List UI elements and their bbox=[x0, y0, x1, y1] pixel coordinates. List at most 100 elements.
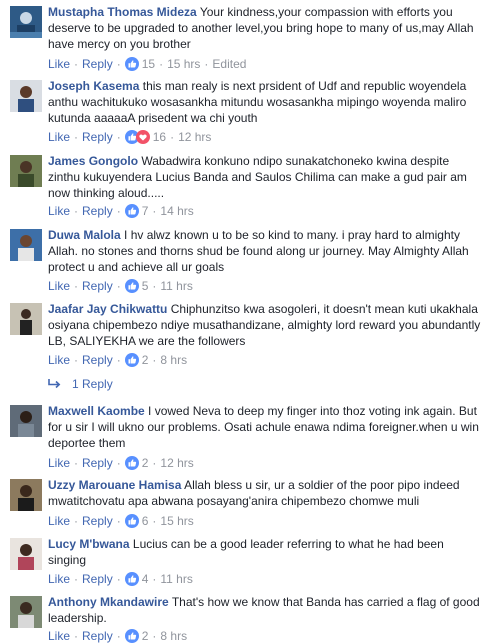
reaction-count[interactable]: 15 bbox=[142, 56, 155, 72]
separator-dot: · bbox=[152, 629, 157, 643]
reply-button[interactable]: Reply bbox=[82, 455, 113, 471]
comment-author[interactable]: James Gongolo bbox=[48, 154, 138, 168]
love-icon bbox=[135, 130, 150, 144]
timestamp[interactable]: 8 hrs bbox=[160, 628, 187, 644]
separator-dot: · bbox=[116, 514, 121, 528]
avatar[interactable] bbox=[10, 596, 42, 628]
edited-label[interactable]: Edited bbox=[212, 56, 246, 72]
comment-author[interactable]: Maxwell Kaombe bbox=[48, 404, 145, 418]
comment-list: Mustapha Thomas Mideza Your kindness,you… bbox=[0, 0, 491, 643]
separator-dot: · bbox=[152, 353, 157, 367]
view-replies-link[interactable]: 1 Reply bbox=[48, 375, 113, 393]
comment-body: James Gongolo Wabadwira konkuno ndipo su… bbox=[48, 153, 484, 201]
timestamp[interactable]: 11 hrs bbox=[160, 278, 192, 294]
comment-body: Maxwell Kaombe I vowed Neva to deep my f… bbox=[48, 403, 484, 451]
comment-actions: Like · Reply · 15 · 15 hrs · Edited bbox=[48, 56, 246, 72]
reactions[interactable] bbox=[124, 57, 139, 71]
comment-body: Uzzy Marouane Hamisa Allah bless u sir, … bbox=[48, 477, 484, 509]
reply-button[interactable]: Reply bbox=[82, 571, 113, 587]
separator-dot: · bbox=[116, 353, 121, 367]
like-button[interactable]: Like bbox=[48, 628, 70, 644]
comment-actions: Like · Reply · 5 · 11 hrs bbox=[48, 278, 193, 294]
separator-dot: · bbox=[152, 204, 157, 218]
reaction-count[interactable]: 2 bbox=[142, 352, 149, 368]
separator-dot: · bbox=[116, 57, 121, 71]
separator-dot: · bbox=[74, 353, 79, 367]
timestamp[interactable]: 11 hrs bbox=[160, 571, 192, 587]
comment-author[interactable]: Duwa Malola bbox=[48, 228, 121, 242]
comment-author[interactable]: Anthony Mkandawire bbox=[48, 595, 169, 609]
separator-dot: · bbox=[74, 279, 79, 293]
reactions[interactable] bbox=[124, 130, 150, 144]
avatar[interactable] bbox=[10, 538, 42, 570]
like-button[interactable]: Like bbox=[48, 56, 70, 72]
timestamp[interactable]: 15 hrs bbox=[160, 513, 193, 529]
avatar[interactable] bbox=[10, 6, 42, 38]
avatar[interactable] bbox=[10, 479, 42, 511]
separator-dot: · bbox=[74, 130, 79, 144]
comment-actions: Like · Reply · 2 · 8 hrs bbox=[48, 628, 187, 644]
separator-dot: · bbox=[170, 130, 175, 144]
reaction-count[interactable]: 16 bbox=[153, 129, 166, 145]
comment-author[interactable]: Joseph Kasema bbox=[48, 79, 139, 93]
timestamp[interactable]: 15 hrs bbox=[167, 56, 200, 72]
reactions[interactable] bbox=[124, 353, 139, 367]
comment-body: Mustapha Thomas Mideza Your kindness,you… bbox=[48, 4, 484, 52]
reaction-count[interactable]: 4 bbox=[142, 571, 149, 587]
reply-button[interactable]: Reply bbox=[82, 513, 113, 529]
reply-button[interactable]: Reply bbox=[82, 278, 113, 294]
reactions[interactable] bbox=[124, 629, 139, 643]
like-button[interactable]: Like bbox=[48, 352, 70, 368]
reactions[interactable] bbox=[124, 204, 139, 218]
like-button[interactable]: Like bbox=[48, 129, 70, 145]
reply-button[interactable]: Reply bbox=[82, 129, 113, 145]
like-button[interactable]: Like bbox=[48, 203, 70, 219]
like-button[interactable]: Like bbox=[48, 571, 70, 587]
comment-body: Duwa Malola I hv alwz known u to be so k… bbox=[48, 227, 484, 275]
separator-dot: · bbox=[152, 572, 157, 586]
comment-actions: Like · Reply · 4 · 11 hrs bbox=[48, 571, 193, 587]
reactions[interactable] bbox=[124, 279, 139, 293]
like-button[interactable]: Like bbox=[48, 278, 70, 294]
comment-body: Joseph Kasema this man realy is next prs… bbox=[48, 78, 484, 126]
like-button[interactable]: Like bbox=[48, 455, 70, 471]
separator-dot: · bbox=[152, 456, 157, 470]
comment-author[interactable]: Lucy M'bwana bbox=[48, 537, 130, 551]
replies-count-link[interactable]: 1 Reply bbox=[72, 375, 113, 393]
timestamp[interactable]: 12 hrs bbox=[178, 129, 211, 145]
like-icon bbox=[124, 279, 139, 293]
comment-author[interactable]: Uzzy Marouane Hamisa bbox=[48, 478, 181, 492]
separator-dot: · bbox=[116, 572, 121, 586]
timestamp[interactable]: 12 hrs bbox=[160, 455, 193, 471]
comment-actions: Like · Reply · 6 · 15 hrs bbox=[48, 513, 194, 529]
reaction-count[interactable]: 6 bbox=[142, 513, 149, 529]
reaction-count[interactable]: 7 bbox=[142, 203, 149, 219]
reply-button[interactable]: Reply bbox=[82, 628, 113, 644]
reactions[interactable] bbox=[124, 456, 139, 470]
comment-author[interactable]: Jaafar Jay Chikwattu bbox=[48, 302, 167, 316]
avatar[interactable] bbox=[10, 405, 42, 437]
reaction-count[interactable]: 2 bbox=[142, 455, 149, 471]
separator-dot: · bbox=[116, 629, 121, 643]
avatar[interactable] bbox=[10, 80, 42, 112]
like-button[interactable]: Like bbox=[48, 513, 70, 529]
reaction-count[interactable]: 2 bbox=[142, 628, 149, 644]
reaction-count[interactable]: 5 bbox=[142, 278, 149, 294]
comment-actions: Like · Reply · 2 · 12 hrs bbox=[48, 455, 194, 471]
separator-dot: · bbox=[116, 130, 121, 144]
reactions[interactable] bbox=[124, 514, 139, 528]
reactions[interactable] bbox=[124, 572, 139, 586]
separator-dot: · bbox=[74, 629, 79, 643]
like-icon bbox=[124, 57, 139, 71]
reply-button[interactable]: Reply bbox=[82, 203, 113, 219]
comment-author[interactable]: Mustapha Thomas Mideza bbox=[48, 5, 197, 19]
reply-button[interactable]: Reply bbox=[82, 352, 113, 368]
avatar[interactable] bbox=[10, 303, 42, 335]
reply-arrow-icon bbox=[48, 379, 61, 389]
timestamp[interactable]: 8 hrs bbox=[160, 352, 187, 368]
timestamp[interactable]: 14 hrs bbox=[160, 203, 193, 219]
avatar[interactable] bbox=[10, 229, 42, 261]
avatar[interactable] bbox=[10, 155, 42, 187]
reply-button[interactable]: Reply bbox=[82, 56, 113, 72]
separator-dot: · bbox=[116, 456, 121, 470]
